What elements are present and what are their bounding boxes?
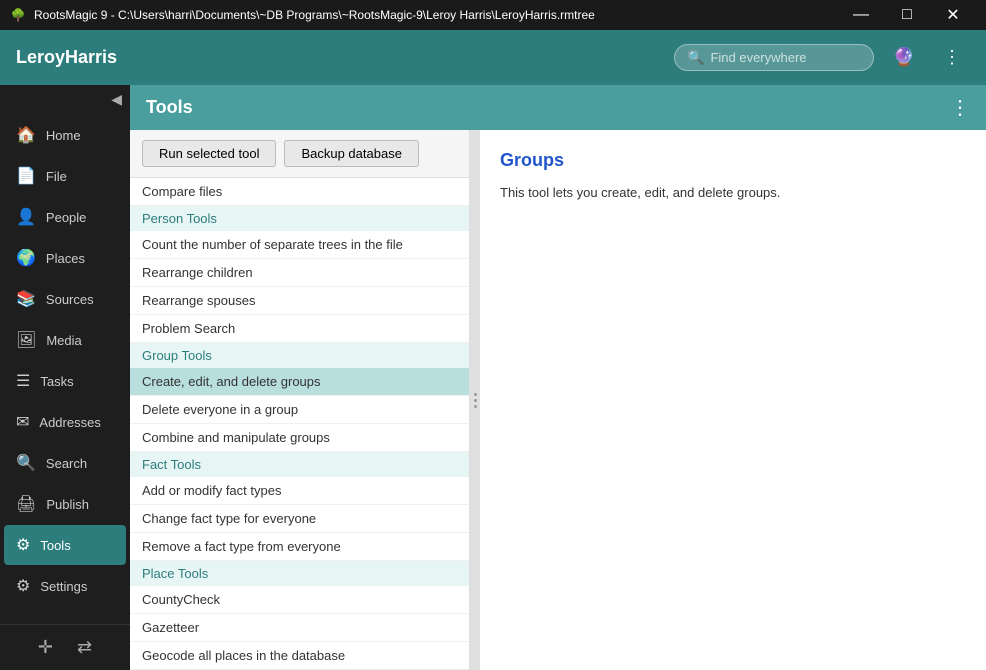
page-header: Tools ⋮ [130,85,986,130]
tool-list-item[interactable]: Combine and manipulate groups [130,424,469,452]
app-icon: 🌳 [10,7,26,23]
tool-list-scroll[interactable]: Compare filesPerson ToolsCount the numbe… [130,178,469,670]
tools-icon: ⚙ [16,535,30,555]
sidebar-bottom-right-button[interactable]: ⇄ [69,633,100,662]
sidebar-nav: 🏠 Home 📄 File 👤 People 🌍 Places 📚 Source… [0,114,130,607]
tool-list-item[interactable]: Change fact type for everyone [130,505,469,533]
titlebar-title: RootsMagic 9 - C:\Users\harri\Documents\… [34,8,838,22]
app-header: LeroyHarris 🔍 🔮 ⋮ [0,30,986,85]
sidebar-item-label-addresses: Addresses [39,415,100,430]
sidebar-item-sources[interactable]: 📚 Sources [4,279,126,319]
tool-category: Fact Tools [130,452,469,477]
sidebar-item-label-people: People [46,210,86,225]
tool-category: Person Tools [130,206,469,231]
sidebar-item-label-places: Places [46,251,85,266]
tool-list-item[interactable]: Remove a fact type from everyone [130,533,469,561]
sidebar-item-places[interactable]: 🌍 Places [4,238,126,278]
search-bar[interactable]: 🔍 [674,44,874,71]
sidebar-item-people[interactable]: 👤 People [4,197,126,237]
tool-list: Compare filesPerson ToolsCount the numbe… [130,178,469,670]
sidebar-item-label-search: Search [46,456,87,471]
publish-icon: 🖨 [16,494,36,514]
tool-list-item[interactable]: Problem Search [130,315,469,343]
sidebar-item-search[interactable]: 🔍 Search [4,443,126,483]
page-title: Tools [146,97,193,118]
sidebar-item-label-media: Media [46,333,81,348]
maximize-button[interactable]: □ [884,0,930,30]
header-menu-button[interactable]: ⋮ [934,40,970,76]
sidebar-item-file[interactable]: 📄 File [4,156,126,196]
people-icon: 👤 [16,207,36,227]
ai-button[interactable]: 🔮 [886,40,922,76]
resize-dot-1 [474,393,477,396]
tool-list-item[interactable]: Gazetteer [130,614,469,642]
sidebar-item-addresses[interactable]: ✉ Addresses [4,402,126,442]
tool-category: Group Tools [130,343,469,368]
header-menu-icon: ⋮ [943,47,961,68]
sidebar-item-publish[interactable]: 🖨 Publish [4,484,126,524]
sidebar-item-label-tasks: Tasks [40,374,73,389]
addresses-icon: ✉ [16,412,29,432]
search-icon: 🔍 [687,49,704,66]
tool-list-item[interactable]: Create, edit, and delete groups [130,368,469,396]
database-title: LeroyHarris [16,47,662,68]
window-controls: — □ ✕ [838,0,976,30]
tool-list-item[interactable]: Rearrange spouses [130,287,469,315]
tool-list-panel: Run selected tool Backup database Compar… [130,130,470,670]
sidebar-item-label-settings: Settings [40,579,87,594]
page-menu-button[interactable]: ⋮ [950,95,970,120]
minimize-button[interactable]: — [838,0,884,30]
sidebar: ◀ 🏠 Home 📄 File 👤 People 🌍 Places 📚 Sour… [0,85,130,670]
sidebar-item-home[interactable]: 🏠 Home [4,115,126,155]
tool-action-bar: Run selected tool Backup database [130,130,469,178]
sidebar-item-tools[interactable]: ⚙ Tools [4,525,126,565]
tool-category: Place Tools [130,561,469,586]
sidebar-item-label-tools: Tools [40,538,70,553]
file-icon: 📄 [16,166,36,186]
places-icon: 🌍 [16,248,36,268]
tool-list-item[interactable]: Count the number of separate trees in th… [130,231,469,259]
sources-icon: 📚 [16,289,36,309]
content-area: Tools ⋮ Run selected tool Backup databas… [130,85,986,670]
detail-description: This tool lets you create, edit, and del… [500,183,966,203]
detail-panel: Groups This tool lets you create, edit, … [480,130,986,670]
media-icon: 🖼 [16,330,36,350]
sidebar-collapse-button[interactable]: ◀ [111,91,122,108]
close-button[interactable]: ✕ [930,0,976,30]
ai-icon: 🔮 [893,47,915,68]
home-icon: 🏠 [16,125,36,145]
tools-content: Run selected tool Backup database Compar… [130,130,986,670]
sidebar-item-label-home: Home [46,128,81,143]
tool-list-item[interactable]: Delete everyone in a group [130,396,469,424]
sidebar-item-label-sources: Sources [46,292,94,307]
sidebar-item-media[interactable]: 🖼 Media [4,320,126,360]
sidebar-item-label-publish: Publish [46,497,89,512]
sidebar-bottom: ✛ ⇄ [0,624,130,670]
tool-list-item[interactable]: CountyCheck [130,586,469,614]
tasks-icon: ☰ [16,371,30,391]
sidebar-item-tasks[interactable]: ☰ Tasks [4,361,126,401]
tool-list-item[interactable]: Rearrange children [130,259,469,287]
backup-button[interactable]: Backup database [284,140,418,167]
sidebar-collapse: ◀ [0,85,130,114]
sidebar-bottom-left-button[interactable]: ✛ [30,633,61,662]
detail-title: Groups [500,150,966,171]
run-tool-button[interactable]: Run selected tool [142,140,276,167]
resize-handle[interactable] [470,130,480,670]
resize-dot-3 [474,405,477,408]
titlebar: 🌳 RootsMagic 9 - C:\Users\harri\Document… [0,0,986,30]
settings-icon: ⚙ [16,576,30,596]
sidebar-item-label-file: File [46,169,67,184]
tool-list-item[interactable]: Add or modify fact types [130,477,469,505]
sidebar-item-settings[interactable]: ⚙ Settings [4,566,126,606]
search-icon: 🔍 [16,453,36,473]
resize-dot-2 [474,399,477,402]
tool-list-item[interactable]: Geocode all places in the database [130,642,469,670]
search-input[interactable] [710,50,860,65]
tool-list-item[interactable]: Compare files [130,178,469,206]
